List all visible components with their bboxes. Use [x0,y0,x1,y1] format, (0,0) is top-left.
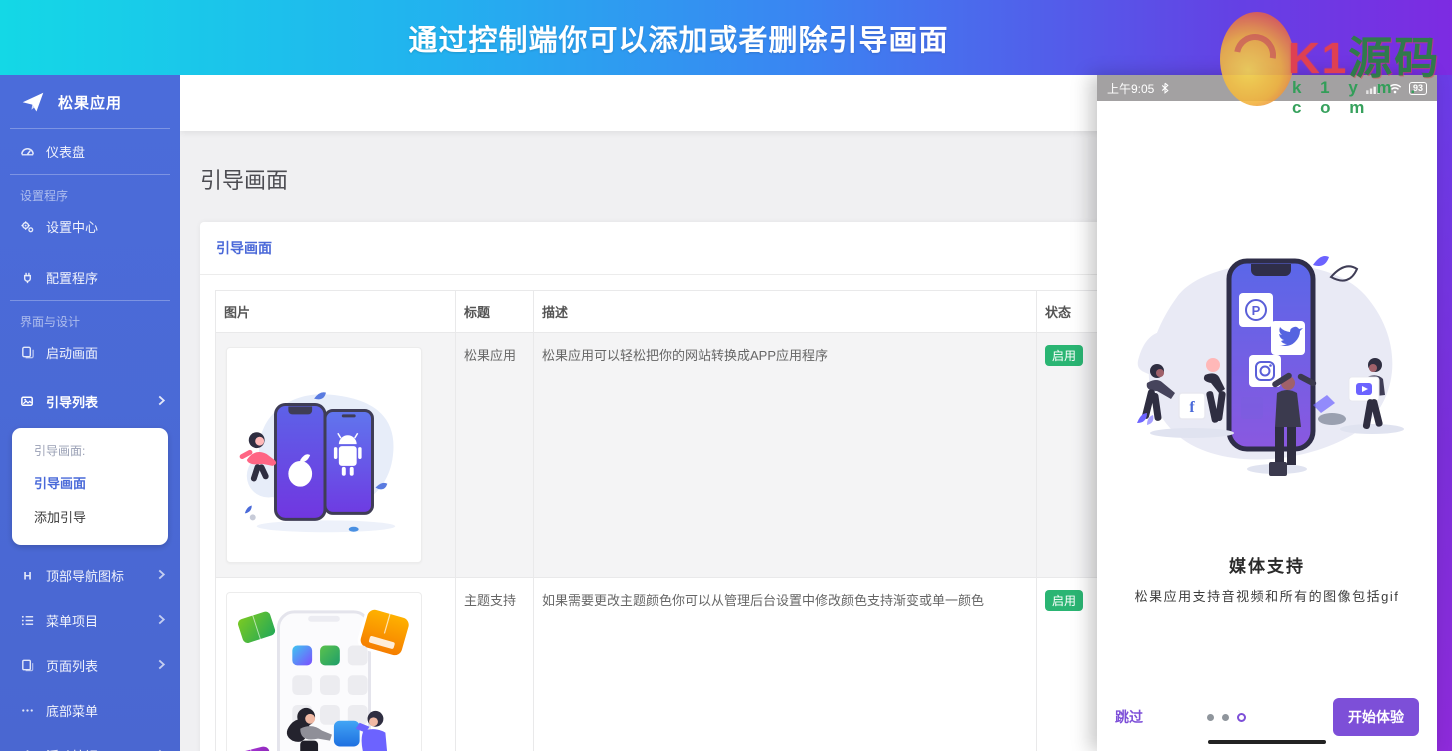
gears-icon [20,219,35,234]
chevron-right-icon [157,613,166,628]
bluetooth-icon [1160,81,1169,96]
plug-icon [20,270,35,285]
sidebar-item-label: 浮动按钮 [46,746,98,751]
guide-description-cell: 如果需要更改主题颜色你可以从管理后台设置中修改颜色支持渐变或单一颜色 [534,578,1037,751]
banner-title: 通过控制端你可以添加或者删除引导画面 [408,17,1043,59]
media-support-illustration: P f [1117,237,1417,513]
background-strip [1437,75,1452,751]
slide-title: 媒体支持 [1097,552,1437,577]
brand: 松果应用 [0,75,180,128]
sidebar-item-top-nav-icons[interactable]: H 顶部导航图标 [0,553,180,598]
sidebar-item-label: 设置中心 [46,217,98,236]
sidebar-item-splash[interactable]: 启动画面 [0,330,180,375]
sidebar-item-bottom-menu[interactable]: 底部菜单 [0,688,180,733]
guide-submenu: 引导画面: 引导画面 添加引导 [12,428,168,545]
signal-icon [1366,81,1382,96]
start-experience-button[interactable]: 开始体验 [1333,698,1419,736]
dot[interactable] [1222,714,1229,721]
sidebar-section-setup: 设置程序 [0,175,180,204]
battery-icon: 93 [1409,82,1427,95]
svg-text:P: P [1252,303,1261,318]
sidebar-item-menu-items[interactable]: 菜单项目 [0,598,180,643]
home-indicator [1208,740,1326,744]
sidebar: 松果应用 仪表盘 设置程序 设置中心 配置程序 界面与设计 [0,75,180,751]
sidebar-item-label: 菜单项目 [46,611,98,630]
svg-text:H: H [23,570,31,582]
status-time: 上午9:05 [1107,80,1154,97]
paper-plane-icon [20,89,46,115]
skip-button[interactable]: 跳过 [1115,707,1143,727]
dot-active[interactable] [1237,713,1246,722]
chevron-right-icon [157,658,166,673]
images-icon [20,394,35,409]
image-cell [216,333,456,578]
guide-title-cell: 主题支持 [456,578,534,751]
sidebar-item-label: 配置程序 [46,268,98,287]
wifi-icon [1388,81,1403,96]
sidebar-item-label: 仪表盘 [46,142,85,161]
column-header-description: 描述 [534,291,1037,333]
submenu-heading: 引导画面: [12,440,168,465]
image-cell [216,578,456,751]
sidebar-item-configure[interactable]: 配置程序 [0,255,180,300]
list-icon [20,613,35,628]
submenu-item-add-guide[interactable]: 添加引导 [12,499,168,533]
svg-text:f: f [1189,399,1195,416]
phone-preview: 上午9:05 93 [1097,75,1437,751]
sidebar-item-settings-center[interactable]: 设置中心 [0,204,180,249]
sidebar-item-label: 顶部导航图标 [46,566,124,585]
column-header-image: 图片 [216,291,456,333]
pages-icon [20,658,35,673]
sidebar-item-label: 底部菜单 [46,701,98,720]
sidebar-item-label: 页面列表 [46,656,98,675]
heading-icon: H [20,568,35,583]
guide-image-app-phones[interactable] [226,347,422,563]
top-banner: 通过控制端你可以添加或者删除引导画面 [0,0,1452,75]
guide-title-cell: 松果应用 [456,333,534,578]
sidebar-item-label: 引导列表 [46,392,98,411]
status-badge: 启用 [1045,345,1083,366]
guide-description-cell: 松果应用可以轻松把你的网站转换成APP应用程序 [534,333,1037,578]
ellipsis-icon [20,703,35,718]
chevron-right-icon [157,568,166,583]
gauge-icon [20,144,35,159]
sidebar-item-label: 启动画面 [46,343,98,362]
app-root: 通过控制端你可以添加或者删除引导画面 K1源码 k 1 y m . c o m … [0,0,1452,751]
sidebar-item-page-list[interactable]: 页面列表 [0,643,180,688]
onboarding-controls: 跳过 开始体验 [1097,698,1437,736]
submenu-item-guide-screen[interactable]: 引导画面 [12,465,168,499]
pagination-dots [1207,713,1246,722]
sidebar-item-dashboard[interactable]: 仪表盘 [0,129,180,174]
chevron-right-icon [157,394,166,409]
brand-label: 松果应用 [58,92,122,113]
guide-image-theme-colors[interactable] [226,592,422,751]
sidebar-item-floating-button[interactable]: 浮动按钮 [0,733,180,751]
slide-description: 松果应用支持音视频和所有的图像包括gif [1097,586,1437,605]
layers-icon [20,345,35,360]
sidebar-item-guide-list[interactable]: 引导列表 [0,379,180,424]
dot[interactable] [1207,714,1214,721]
column-header-title: 标题 [456,291,534,333]
status-badge: 启用 [1045,590,1083,611]
sidebar-section-design: 界面与设计 [0,301,180,330]
phone-status-bar: 上午9:05 93 [1097,75,1437,101]
